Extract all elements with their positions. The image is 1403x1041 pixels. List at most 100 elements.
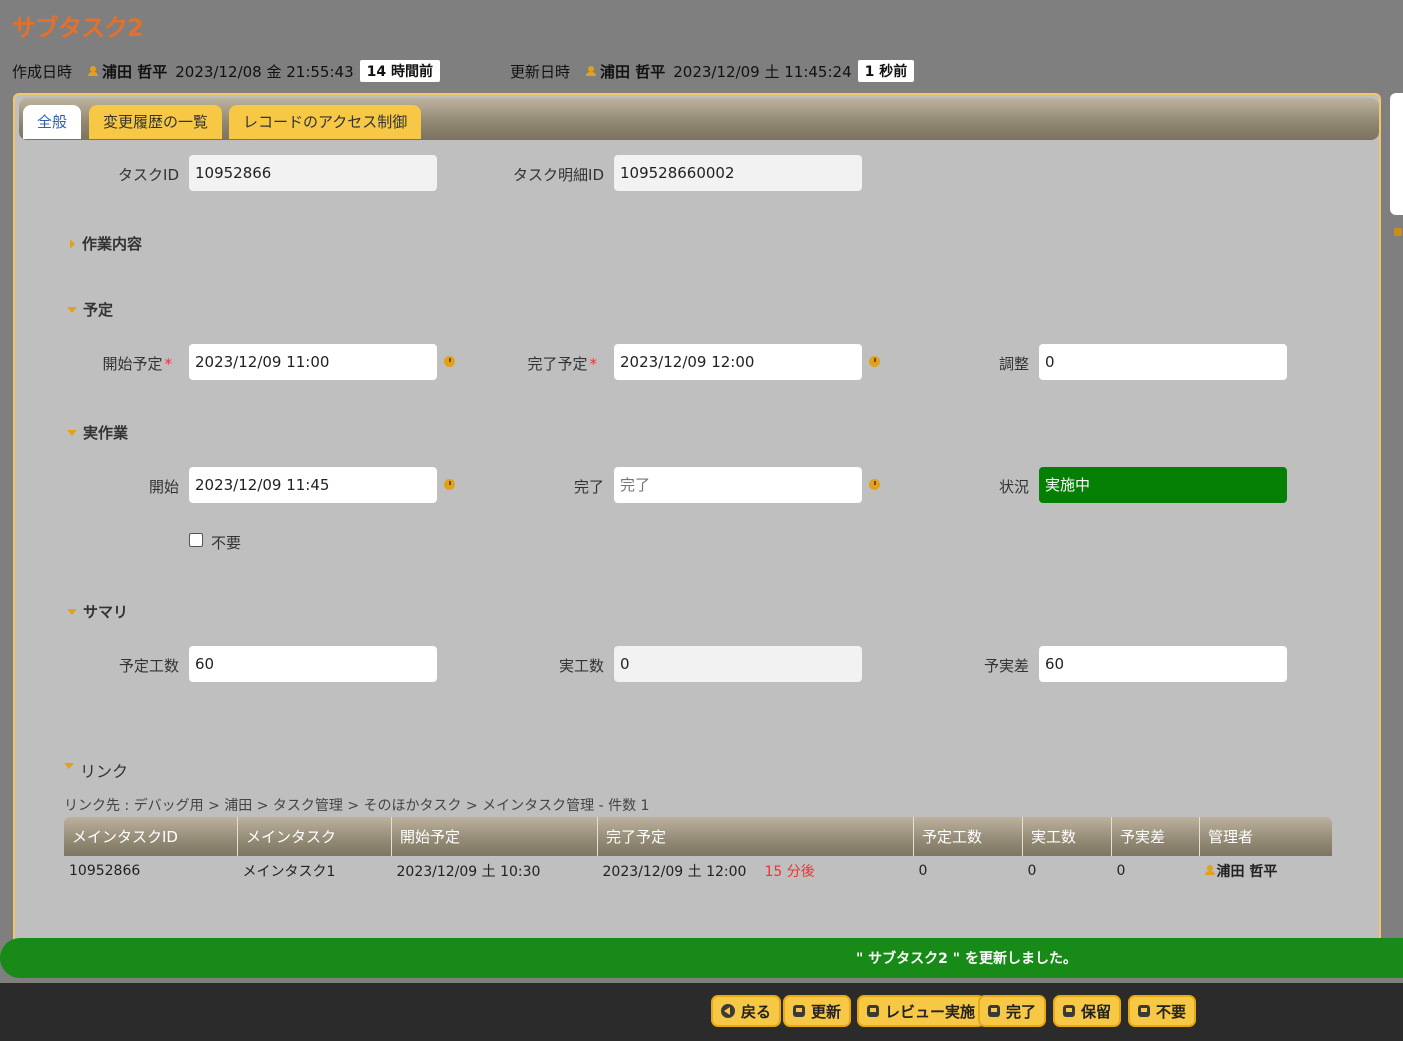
- due-relative: 15 分後: [764, 864, 815, 880]
- task-id-field[interactable]: [189, 155, 437, 191]
- plan-end-label-text: 完了予定: [527, 355, 588, 373]
- required-mark: *: [164, 355, 173, 373]
- plan-start-field[interactable]: [189, 344, 437, 380]
- tab-bar: 全般 変更履歴の一覧 レコードのアクセス制御: [19, 98, 1379, 140]
- cell-manager: 浦田 哲平: [1200, 856, 1333, 886]
- diff-hours-field[interactable]: [1039, 646, 1287, 682]
- unneeded-button[interactable]: 不要: [1128, 995, 1197, 1027]
- adjust-field[interactable]: [1039, 344, 1287, 380]
- created-user: 浦田 哲平: [102, 62, 168, 81]
- diff-hours-label: 予実差: [983, 657, 1029, 675]
- toast-message: " サブタスク2 " を更新しました。: [856, 951, 1077, 967]
- section-plan[interactable]: 予定: [67, 299, 113, 320]
- task-detail-id-field[interactable]: [614, 155, 862, 191]
- section-plan-label: 予定: [83, 301, 114, 319]
- not-needed-label: 不要: [211, 534, 242, 552]
- section-work-content[interactable]: 作業内容: [70, 233, 142, 254]
- updated-datetime: 2023/12/09 土 11:45:24: [673, 62, 852, 81]
- hold-button-label: 保留: [1081, 1002, 1112, 1021]
- column-header[interactable]: 開始予定: [391, 817, 598, 856]
- user-icon: [586, 65, 597, 77]
- status-label: 状況: [998, 478, 1029, 496]
- tab-change-history[interactable]: 変更履歴の一覧: [89, 105, 223, 139]
- actual-end-label: 完了: [573, 478, 604, 496]
- column-header[interactable]: 管理者: [1199, 817, 1332, 856]
- actual-end-field[interactable]: [614, 467, 862, 503]
- updated-label: 更新日時: [510, 62, 571, 81]
- task-detail-id-label: タスク明細ID: [513, 166, 604, 184]
- cell-main-task: メインタスク1: [242, 864, 336, 880]
- cell-start: 2023/12/09 土 10:30: [396, 864, 541, 880]
- not-needed-checkbox[interactable]: [189, 533, 203, 547]
- section-link[interactable]: リンク: [64, 758, 128, 782]
- hold-button[interactable]: 保留: [1053, 995, 1122, 1027]
- section-summary-label: サマリ: [83, 603, 129, 621]
- column-header[interactable]: メインタスクID: [64, 817, 238, 856]
- planned-hours-label: 予定工数: [118, 657, 179, 675]
- column-header[interactable]: メインタスク: [237, 817, 392, 856]
- plan-start-label-text: 開始予定: [102, 355, 163, 373]
- cell-planned: 0: [918, 863, 928, 879]
- update-button-label: 更新: [811, 1002, 842, 1021]
- column-header[interactable]: 予定工数: [913, 817, 1023, 856]
- table-row[interactable]: 10952866 メインタスク1 2023/12/09 土 10:30 2023…: [64, 856, 1332, 886]
- update-button[interactable]: 更新: [783, 995, 852, 1027]
- actual-start-label: 開始: [148, 478, 179, 496]
- status-field[interactable]: 実施中: [1039, 467, 1287, 503]
- actual-hours-label: 実工数: [558, 657, 604, 675]
- complete-button[interactable]: 完了: [978, 995, 1047, 1027]
- link-breadcrumb: リンク先 : デバッグ用 > 浦田 > タスク管理 > そのほかタスク > メイ…: [64, 798, 650, 814]
- cell-actual: 0: [1027, 863, 1037, 879]
- update-toast: " サブタスク2 " を更新しました。: [0, 938, 1403, 978]
- side-panel[interactable]: [1390, 93, 1403, 215]
- link-table: メインタスクID メインタスク 開始予定 完了予定 予定工数 実工数 予実差 管…: [64, 817, 1332, 886]
- actual-hours-field[interactable]: [614, 646, 862, 682]
- section-actual-label: 実作業: [83, 424, 129, 442]
- back-button[interactable]: 戻る: [711, 995, 782, 1027]
- unneeded-button-label: 不要: [1156, 1002, 1187, 1021]
- plan-end-label: 完了予定 *: [447, 353, 597, 374]
- updated-ago-badge: 1 秒前: [857, 60, 915, 82]
- cell-diff: 0: [1116, 863, 1126, 879]
- table-header-row: メインタスクID メインタスク 開始予定 完了予定 予定工数 実工数 予実差 管…: [64, 817, 1332, 856]
- column-header[interactable]: 予実差: [1111, 817, 1200, 856]
- cell-end-date: 2023/12/09 土 12:00: [602, 864, 747, 880]
- collapse-icon: [67, 306, 77, 313]
- cell-end: 2023/12/09 土 12:00 15 分後: [598, 856, 914, 886]
- collapse-icon: [67, 429, 77, 436]
- section-actual[interactable]: 実作業: [67, 422, 128, 443]
- created-label: 作成日時: [12, 62, 73, 81]
- manager-name: 浦田 哲平: [1216, 864, 1278, 880]
- planned-hours-field[interactable]: [189, 646, 437, 682]
- back-icon: [721, 1004, 735, 1018]
- tab-general[interactable]: 全般: [23, 105, 82, 139]
- tab-access-control[interactable]: レコードのアクセス制御: [229, 105, 422, 139]
- review-button[interactable]: レビュー実施: [857, 995, 986, 1027]
- expand-icon: [70, 238, 75, 249]
- section-work-content-label: 作業内容: [82, 235, 143, 253]
- collapse-icon: [64, 763, 74, 769]
- plan-end-field[interactable]: [614, 344, 862, 380]
- created-ago-badge: 14 時間前: [359, 60, 440, 82]
- save-icon: [867, 1005, 879, 1017]
- user-icon: [88, 65, 99, 77]
- column-header[interactable]: 実工数: [1022, 817, 1112, 856]
- adjust-label: 調整: [998, 355, 1029, 373]
- actual-start-field[interactable]: [189, 467, 437, 503]
- section-summary[interactable]: サマリ: [67, 601, 128, 622]
- user-icon: [1204, 865, 1215, 876]
- complete-button-label: 完了: [1006, 1002, 1037, 1021]
- side-panel-icon: [1394, 228, 1402, 236]
- page-title: サブタスク2: [12, 14, 144, 42]
- updated-info: 更新日時 浦田 哲平 2023/12/09 土 11:45:24 1 秒前: [510, 60, 915, 82]
- save-icon: [1138, 1005, 1150, 1017]
- plan-start-label: 開始予定 *: [22, 353, 172, 374]
- review-button-label: レビュー実施: [885, 1002, 976, 1021]
- column-header[interactable]: 完了予定: [597, 817, 914, 856]
- save-icon: [1063, 1005, 1075, 1017]
- footer-bar: 戻る 更新 レビュー実施 完了 保留 不要: [0, 983, 1403, 1041]
- task-id-label: タスクID: [118, 166, 179, 184]
- required-mark: *: [589, 355, 598, 373]
- created-info: 作成日時 浦田 哲平 2023/12/08 金 21:55:43 14 時間前: [12, 60, 440, 82]
- updated-user: 浦田 哲平: [600, 62, 666, 81]
